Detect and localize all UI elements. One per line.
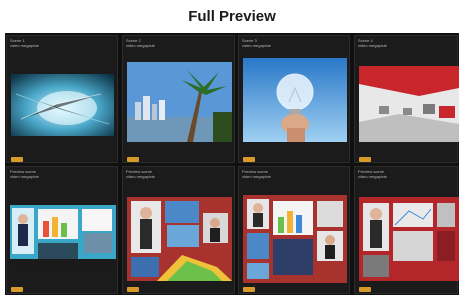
preview-panel-7[interactable]: Preview scene video megapixie [238,166,350,294]
preview-panel-3[interactable]: Scene 3 video megapixie [238,35,350,163]
preview-panel-8[interactable]: Preview scene video megapixie [354,166,459,294]
preview-image-red-office [359,66,459,142]
status-badge [359,157,371,162]
preview-panel-2[interactable]: Scene 2 video megapixie [122,35,235,163]
preview-image-light-bulb [243,58,347,142]
preview-panel-5[interactable]: Preview scene video megapixie [6,166,118,294]
status-badge [243,157,255,162]
status-badge [359,287,371,292]
preview-grid: Scene 1 video megapixie Scene 2 video me… [5,33,459,295]
preview-panel-4[interactable]: Scene 4 video megapixie [354,35,459,163]
preview-image-city-skyline [127,62,232,142]
status-badge [11,287,23,292]
status-badge [127,157,139,162]
panel-label: Scene 1 video megapixie [10,38,39,48]
preview-image-presentation-layout [10,205,116,267]
preview-image-chart-collage [243,195,347,283]
panel-label: Scene 2 video megapixie [126,38,155,48]
status-badge [127,287,139,292]
preview-image-red-collage [359,197,459,281]
page-title: Full Preview [188,8,276,25]
panel-label: Preview scene video megapixie [10,169,39,179]
preview-image-speaker-collage [127,197,232,281]
panel-label: Preview scene video megapixie [358,169,387,179]
panel-label: Preview scene video megapixie [126,169,155,179]
panel-label: Preview scene video megapixie [242,169,271,179]
preview-panel-6[interactable]: Preview scene video megapixie [122,166,235,294]
status-badge [243,287,255,292]
preview-panel-1[interactable]: Scene 1 video megapixie [6,35,118,163]
panel-label: Scene 4 video megapixie [358,38,387,48]
preview-image-tech-globe [11,74,114,136]
status-badge [11,157,23,162]
panel-label: Scene 3 video megapixie [242,38,271,48]
